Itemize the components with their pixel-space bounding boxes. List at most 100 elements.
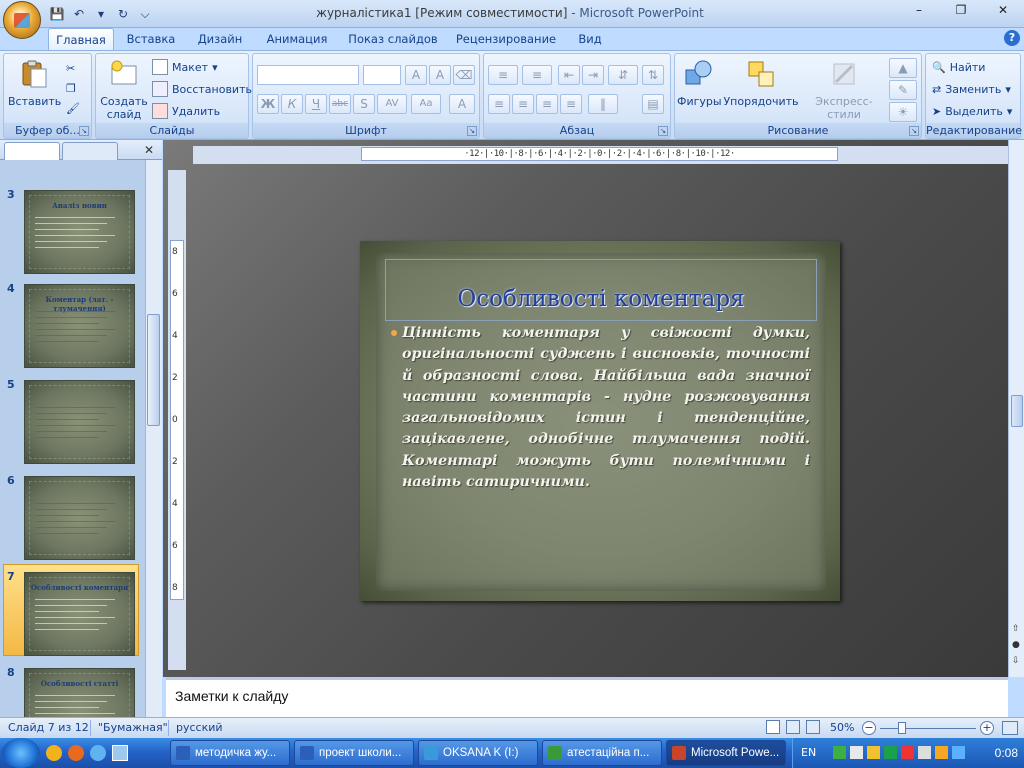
increase-indent-icon[interactable]: ⇥ bbox=[582, 65, 604, 85]
close-icon[interactable]: ✕ bbox=[982, 0, 1024, 20]
language-indicator[interactable]: русский bbox=[176, 721, 223, 734]
align-right-icon[interactable]: ≡ bbox=[536, 94, 558, 114]
slide-thumbnail[interactable]: Коментар (лат. - тлумачення) bbox=[24, 284, 135, 368]
char-spacing-button[interactable]: AV bbox=[377, 94, 407, 114]
fit-to-window-icon[interactable] bbox=[1002, 721, 1018, 735]
normal-view-icon[interactable] bbox=[766, 720, 780, 734]
undo-dropdown-icon[interactable]: ▾ bbox=[92, 5, 110, 23]
start-button[interactable] bbox=[2, 738, 40, 768]
tab-outline[interactable] bbox=[62, 142, 118, 160]
decrease-indent-icon[interactable]: ⇤ bbox=[558, 65, 580, 85]
quick-styles-button[interactable]: Экспресс-стили bbox=[801, 58, 887, 121]
tab-review[interactable]: Рецензирование bbox=[452, 28, 560, 50]
quick-launch-app-icon[interactable] bbox=[46, 745, 62, 761]
zoom-slider-thumb[interactable] bbox=[898, 722, 906, 734]
tray-app-icon[interactable] bbox=[952, 746, 965, 759]
reset-button[interactable]: Восстановить bbox=[152, 79, 252, 99]
font-launcher-icon[interactable]: ↘ bbox=[467, 126, 477, 136]
columns-icon[interactable]: ‖ bbox=[588, 94, 618, 114]
paragraph-launcher-icon[interactable]: ↘ bbox=[658, 126, 668, 136]
arrange-button[interactable]: Упорядочить bbox=[723, 58, 799, 108]
select-browse-icon[interactable]: ● bbox=[1012, 640, 1020, 650]
align-center-icon[interactable]: ≡ bbox=[512, 94, 534, 114]
shape-outline-icon[interactable]: ✎ bbox=[889, 80, 917, 100]
language-indicator-en[interactable]: EN bbox=[801, 746, 816, 759]
slide-body-text[interactable]: Цінність коментаря у свіжості думки, ори… bbox=[402, 323, 810, 493]
zoom-out-icon[interactable]: − bbox=[862, 721, 876, 735]
safely-remove-icon[interactable] bbox=[918, 746, 931, 759]
taskbar-button[interactable]: OKSANA K (I:) bbox=[418, 740, 538, 766]
notes-pane[interactable]: Заметки к слайду bbox=[166, 677, 1008, 717]
paste-button[interactable]: Вставить bbox=[8, 58, 61, 108]
tab-slideshow[interactable]: Показ слайдов bbox=[346, 28, 440, 50]
slide-thumbnail[interactable]: Особливості коментаря bbox=[24, 572, 135, 656]
slide-canvas[interactable]: Особливості коментаря Цінність коментаря… bbox=[360, 241, 840, 601]
antivirus-icon[interactable] bbox=[884, 746, 897, 759]
slide-thumbnail[interactable]: Аналіз новин bbox=[24, 190, 135, 274]
font-size-combo[interactable] bbox=[363, 65, 401, 85]
align-left-icon[interactable]: ≡ bbox=[488, 94, 510, 114]
bullets-icon[interactable]: ≡ bbox=[488, 65, 518, 85]
tray-app-icon[interactable] bbox=[850, 746, 863, 759]
font-name-combo[interactable] bbox=[257, 65, 359, 85]
shape-effects-icon[interactable]: ☀ bbox=[889, 102, 917, 122]
thumbnail-scroll-thumb[interactable] bbox=[147, 314, 160, 426]
tray-app-icon[interactable] bbox=[867, 746, 880, 759]
editor-scrollbar[interactable]: ⇧ ● ⇩ bbox=[1008, 140, 1024, 677]
underline-button[interactable]: Ч bbox=[305, 94, 327, 114]
grow-font-button[interactable]: A bbox=[405, 65, 427, 85]
shapes-button[interactable]: Фигуры bbox=[677, 58, 722, 108]
tab-view[interactable]: Вид bbox=[572, 28, 608, 50]
shrink-font-button[interactable]: A bbox=[429, 65, 451, 85]
new-slide-button[interactable]: Создать слайд bbox=[98, 58, 150, 121]
layout-button[interactable]: Макет ▾ bbox=[152, 57, 218, 77]
format-painter-icon[interactable]: 🖌 bbox=[66, 98, 80, 118]
redo-icon[interactable]: ↻ bbox=[114, 5, 132, 23]
close-pane-icon[interactable]: ✕ bbox=[144, 143, 154, 157]
line-spacing-icon[interactable]: ⇵ bbox=[608, 65, 638, 85]
drawing-launcher-icon[interactable]: ↘ bbox=[909, 126, 919, 136]
tray-app-icon[interactable] bbox=[935, 746, 948, 759]
theme-name[interactable]: "Бумажная" bbox=[98, 721, 168, 734]
undo-icon[interactable]: ↶ bbox=[70, 5, 88, 23]
slide-thumbnail[interactable]: Особливості статті bbox=[24, 668, 135, 717]
internet-explorer-icon[interactable] bbox=[90, 745, 106, 761]
tab-insert[interactable]: Вставка bbox=[122, 28, 180, 50]
zoom-slider-track[interactable] bbox=[880, 728, 976, 729]
clear-format-icon[interactable]: ⌫ bbox=[453, 65, 475, 85]
justify-icon[interactable]: ≡ bbox=[560, 94, 582, 114]
shadow-button[interactable]: S bbox=[353, 94, 375, 114]
tab-home[interactable]: Главная bbox=[48, 28, 114, 50]
save-icon[interactable]: 💾 bbox=[48, 5, 66, 23]
change-case-button[interactable]: Aa bbox=[411, 94, 441, 114]
taskbar-button[interactable]: методичка жу... bbox=[170, 740, 290, 766]
italic-button[interactable]: К bbox=[281, 94, 303, 114]
delete-slide-button[interactable]: Удалить bbox=[152, 101, 220, 121]
next-slide-icon[interactable]: ⇩ bbox=[1012, 656, 1020, 666]
strikethrough-button[interactable]: abc bbox=[329, 94, 351, 114]
find-button[interactable]: 🔍 Найти bbox=[932, 57, 985, 77]
desktop-icon[interactable] bbox=[112, 745, 128, 761]
sorter-view-icon[interactable] bbox=[786, 720, 800, 734]
text-direction-icon[interactable]: ⇅ bbox=[642, 65, 664, 85]
tab-animation[interactable]: Анимация bbox=[262, 28, 332, 50]
prev-slide-icon[interactable]: ⇧ bbox=[1012, 624, 1020, 634]
taskbar-button[interactable]: Microsoft Powe... bbox=[666, 740, 786, 766]
customize-qat-icon[interactable]: ⌵ bbox=[136, 5, 154, 23]
font-color-button[interactable]: A bbox=[449, 94, 475, 114]
clipboard-launcher-icon[interactable]: ↘ bbox=[79, 126, 89, 136]
slide-thumbnail[interactable] bbox=[24, 380, 135, 464]
notes-placeholder[interactable]: Заметки к слайду bbox=[175, 688, 288, 704]
restore-icon[interactable]: ❐ bbox=[940, 0, 982, 20]
cut-icon[interactable]: ✂ bbox=[66, 58, 75, 78]
title-placeholder[interactable]: Особливості коментаря bbox=[385, 259, 817, 321]
taskbar-button[interactable]: атестаційна п... bbox=[542, 740, 662, 766]
editor-scroll-thumb[interactable] bbox=[1011, 395, 1023, 427]
clock[interactable]: 0:08 bbox=[995, 746, 1018, 760]
tab-design[interactable]: Дизайн bbox=[192, 28, 248, 50]
shape-fill-icon[interactable]: ▲ bbox=[889, 58, 917, 78]
numbering-icon[interactable]: ≡ bbox=[522, 65, 552, 85]
slideshow-view-icon[interactable] bbox=[806, 720, 820, 734]
help-icon[interactable]: ? bbox=[1004, 30, 1020, 46]
zoom-in-icon[interactable]: + bbox=[980, 721, 994, 735]
